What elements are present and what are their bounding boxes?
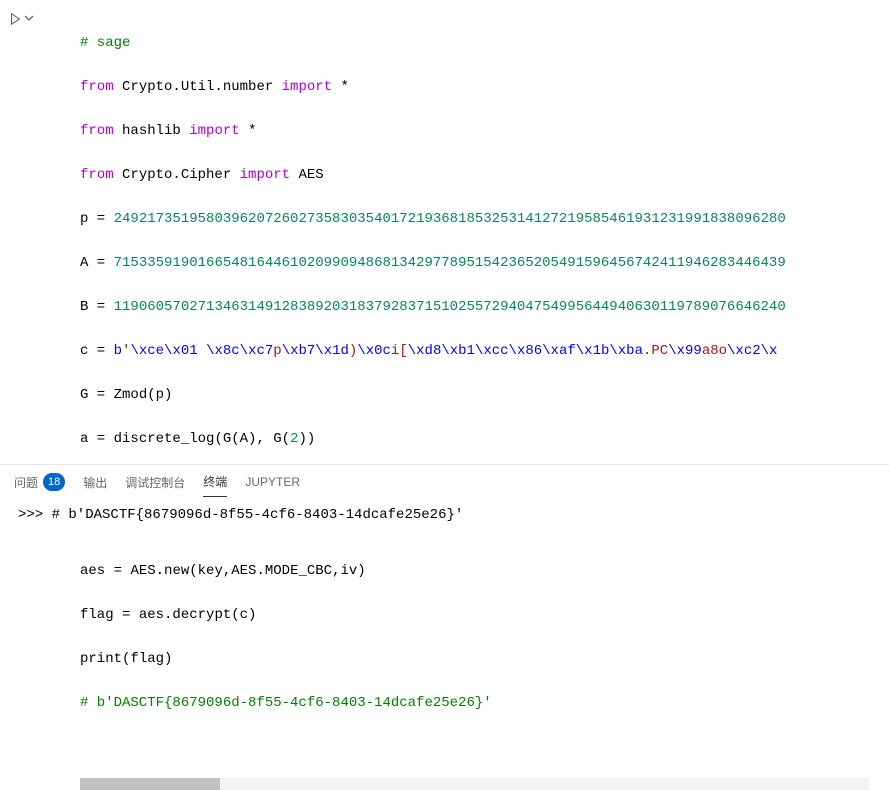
escape-seq: \x0c [357,343,391,359]
call-expr: AES.new(key,AES.MODE_CBC,iv) [130,563,365,579]
print-arg: (flag) [122,651,172,667]
tab-problems[interactable]: 问题 18 [14,473,65,497]
tab-label: 终端 [203,473,227,490]
number-literal: 2492173519580396207260273583035401721936… [114,211,786,227]
equals: = [105,563,130,579]
escape-seq: \xce\x01 [130,343,197,359]
call-expr: Zmod(p) [114,387,173,403]
module-name: Crypto.Util.number [122,79,273,95]
equals: = [88,211,113,227]
escape-seq: \x8c\xc7 [206,343,273,359]
tab-label: 问题 [14,474,38,491]
tab-jupyter[interactable]: JUPYTER [245,475,300,495]
call-end: )) [298,431,315,447]
string-part [198,343,206,359]
tab-terminal[interactable]: 终端 [203,473,227,497]
string-part: a8o [702,343,727,359]
var-flag: flag [80,607,114,623]
call-expr: discrete_log(G(A), G( [114,431,290,447]
tab-debug-console[interactable]: 调试控制台 [125,474,185,497]
cell-gutter [0,10,44,758]
play-icon[interactable] [8,12,22,26]
keyword-from: from [80,167,114,183]
import-name: AES [298,167,323,183]
string-part: .PC [643,343,668,359]
star: * [340,79,348,95]
escape-seq: \xd8\xb1\xcc\x86\xaf\x1b\xba [408,343,643,359]
equals: = [114,607,139,623]
panel-tabs: 问题 18 输出 调试控制台 终端 JUPYTER [0,465,889,497]
tab-output[interactable]: 输出 [83,474,107,497]
var-aes: aes [80,563,105,579]
equals: = [88,387,113,403]
escape-seq: \xb7\x1d [282,343,349,359]
horizontal-scrollbar[interactable] [80,778,869,790]
escape-seq: \xc2\x [727,343,777,359]
code-comment: # b'DASCTF{8679096d-8f55-4cf6-8403-14dca… [80,695,492,711]
star: * [248,123,256,139]
keyword-import: import [189,123,239,139]
tab-label: JUPYTER [245,475,300,489]
string-part: p [273,343,281,359]
number-literal: 1190605702713463149128389203183792837151… [114,299,786,315]
scrollbar-thumb[interactable] [80,778,220,790]
keyword-import: import [282,79,332,95]
terminal-output[interactable]: >>> # b'DASCTF{8679096d-8f55-4cf6-8403-1… [0,497,889,535]
equals: = [88,299,113,315]
number-literal: 7153359190166548164461020990948681342977… [114,255,786,271]
module-name: Crypto.Cipher [122,167,231,183]
print-call: print [80,651,122,667]
equals: = [88,255,113,271]
code-comment: # sage [80,35,130,51]
module-name: hashlib [122,123,181,139]
code-block[interactable]: # sage from Crypto.Util.number import * … [44,10,889,758]
equals: = [88,343,113,359]
tab-label: 输出 [83,474,107,491]
problems-badge: 18 [43,473,65,491]
string-part: i[ [391,343,408,359]
escape-seq: \x99 [668,343,702,359]
bytes-prefix: b [114,343,122,359]
bottom-panel: 问题 18 输出 调试控制台 终端 JUPYTER >>> # b'DASCTF… [0,464,889,535]
call-expr: aes.decrypt(c) [139,607,257,623]
keyword-from: from [80,123,114,139]
chevron-down-icon[interactable] [24,12,34,28]
editor-area: # sage from Crypto.Util.number import * … [0,0,889,758]
tab-label: 调试控制台 [125,474,185,491]
keyword-import: import [240,167,290,183]
keyword-from: from [80,79,114,95]
terminal-line: >>> # b'DASCTF{8679096d-8f55-4cf6-8403-1… [18,507,871,523]
equals: = [88,431,113,447]
